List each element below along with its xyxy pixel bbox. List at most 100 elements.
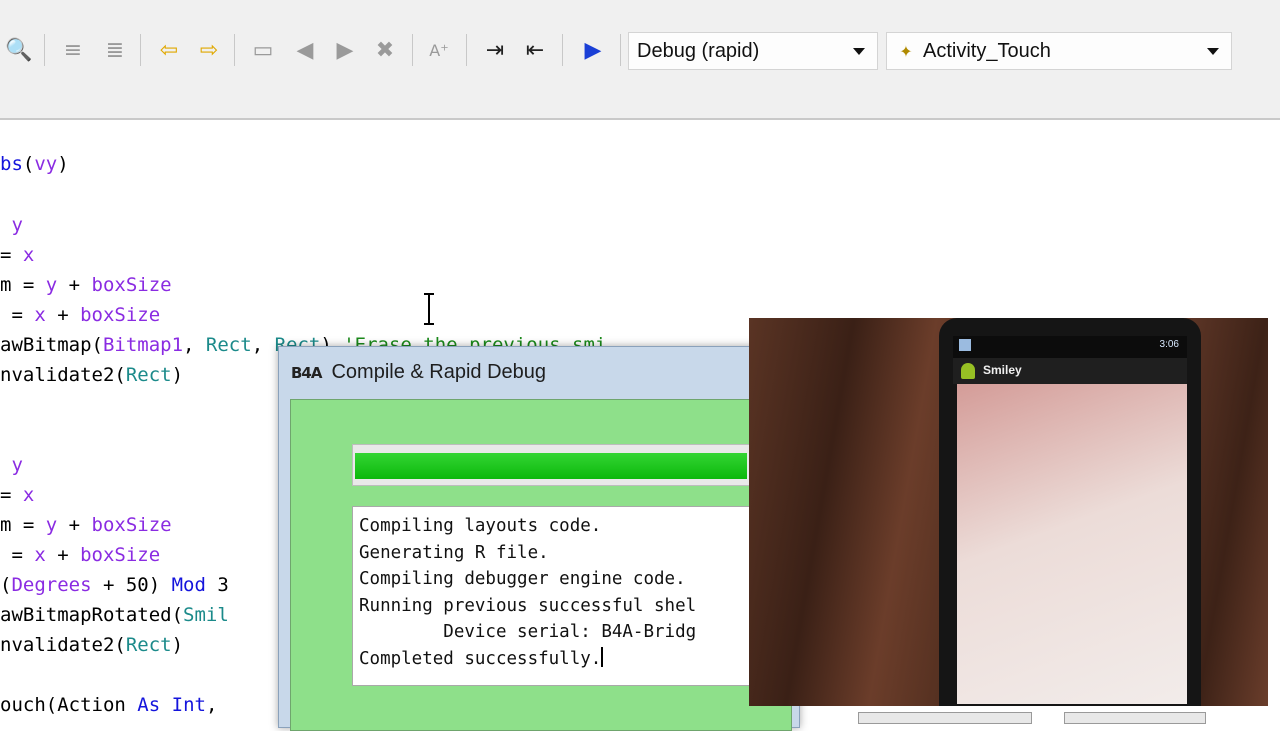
code-token: vy bbox=[34, 153, 58, 175]
code-token: Mod bbox=[171, 574, 206, 596]
code-token: x bbox=[22, 484, 35, 506]
toolbar-separator bbox=[562, 34, 563, 66]
font-size-icon[interactable]: A⁺ bbox=[424, 34, 454, 66]
code-line: m = y + boxSize bbox=[0, 274, 172, 296]
code-line: = x bbox=[0, 484, 34, 506]
toolbar-separator bbox=[466, 34, 467, 66]
dialog-button[interactable] bbox=[858, 712, 1032, 724]
code-token: m = bbox=[0, 274, 46, 296]
bookmark-toggle-icon[interactable]: ▭ bbox=[248, 34, 278, 66]
code-token: , bbox=[205, 694, 218, 716]
code-token: boxSize bbox=[91, 514, 172, 536]
app-screen[interactable] bbox=[957, 384, 1187, 704]
code-token: Int bbox=[171, 694, 206, 716]
code-token: ( bbox=[0, 574, 12, 596]
code-token: Rect bbox=[125, 634, 172, 656]
code-line: nvalidate2(Rect) bbox=[0, 364, 183, 386]
chevron-down-icon bbox=[1207, 47, 1219, 55]
code-line: (Degrees + 50) Mod 3 bbox=[0, 574, 229, 596]
code-line: nvalidate2(Rect) bbox=[0, 634, 183, 656]
code-line: y bbox=[0, 454, 23, 476]
code-token: y bbox=[45, 274, 58, 296]
code-token: ouch(Action bbox=[0, 694, 138, 716]
toolbar-separator bbox=[140, 34, 141, 66]
toolbar-separator bbox=[620, 34, 621, 66]
bookmark-prev-icon[interactable]: ◀ bbox=[290, 34, 320, 66]
code-token: x bbox=[22, 244, 35, 266]
code-token: + bbox=[45, 304, 81, 326]
code-token: = bbox=[0, 244, 23, 266]
toolbar-separator bbox=[234, 34, 235, 66]
code-line: awBitmapRotated(Smil bbox=[0, 604, 229, 626]
code-token: = bbox=[0, 304, 35, 326]
code-token: Degrees bbox=[11, 574, 92, 596]
code-token: = bbox=[0, 484, 23, 506]
code-token: Bitmap1 bbox=[102, 334, 184, 356]
code-token: + bbox=[45, 544, 81, 566]
android-icon bbox=[961, 363, 975, 379]
code-line: ouch(Action As Int, bbox=[0, 694, 217, 716]
code-line: m = y + boxSize bbox=[0, 514, 172, 536]
code-line: = x + boxSize bbox=[0, 544, 160, 566]
text-caret bbox=[601, 646, 604, 667]
compile-log[interactable]: Compiling layouts code. Generating R file… bbox=[352, 506, 792, 686]
code-token: + bbox=[57, 514, 92, 536]
code-token: + bbox=[57, 274, 92, 296]
code-token: Smil bbox=[183, 604, 229, 626]
progress-fill bbox=[355, 453, 748, 479]
code-token: = bbox=[0, 544, 35, 566]
chevron-down-icon bbox=[853, 47, 865, 55]
navigate-forward-icon[interactable]: ⇨ bbox=[194, 34, 224, 66]
code-token: 3 bbox=[205, 574, 229, 596]
compile-dialog: B4A Compile & Rapid Debug Compiling layo… bbox=[278, 346, 800, 731]
code-token: awBitmapRotated( bbox=[0, 604, 184, 626]
log-line: Completed successfully. bbox=[359, 646, 604, 669]
text-cursor-icon bbox=[424, 293, 434, 325]
bookmark-next-icon[interactable]: ▶ bbox=[330, 34, 360, 66]
build-config-select[interactable]: Debug (rapid) bbox=[628, 32, 878, 70]
code-token: Rect bbox=[125, 364, 172, 386]
code-token: boxSize bbox=[91, 274, 172, 296]
code-line: = x + boxSize bbox=[0, 304, 160, 326]
module-value: Activity_Touch bbox=[923, 39, 1051, 62]
outdent-icon[interactable]: ⇤ bbox=[520, 34, 550, 66]
code-token: boxSize bbox=[80, 544, 161, 566]
code-token: Rect bbox=[205, 334, 252, 356]
log-line: Device serial: B4A-Bridg bbox=[359, 622, 697, 642]
indent-icon[interactable]: ⇥ bbox=[480, 34, 510, 66]
b4a-logo: B4A bbox=[291, 363, 323, 382]
dialog-title-bar[interactable]: B4A Compile & Rapid Debug bbox=[291, 361, 546, 384]
code-line: y bbox=[0, 214, 23, 236]
module-select[interactable]: ✦ Activity_Touch bbox=[886, 32, 1232, 70]
code-token: nvalidate2( bbox=[0, 634, 126, 656]
notification-icon bbox=[959, 339, 971, 351]
log-line: Running previous successful shel bbox=[359, 595, 697, 616]
code-token: y bbox=[45, 514, 58, 536]
code-line: bs(vy) bbox=[0, 153, 69, 175]
code-token: y bbox=[0, 454, 23, 476]
bookmark-clear-icon[interactable]: ✖ bbox=[370, 34, 400, 66]
code-token: x bbox=[34, 544, 46, 566]
dialog-title: Compile & Rapid Debug bbox=[331, 361, 547, 383]
toolbar-separator bbox=[412, 34, 413, 66]
code-token: ) bbox=[57, 153, 69, 175]
code-token: boxSize bbox=[80, 304, 161, 326]
code-token: , bbox=[251, 334, 275, 356]
dialog-button[interactable] bbox=[1064, 712, 1206, 724]
dialog-body: Compiling layouts code. Generating R file… bbox=[290, 399, 792, 731]
log-line: Compiling layouts code. bbox=[359, 516, 602, 536]
code-token: bs bbox=[0, 153, 23, 175]
code-token: y bbox=[0, 214, 23, 236]
code-line: = x bbox=[0, 244, 34, 266]
uncomment-block-icon[interactable]: ≣ bbox=[100, 34, 130, 66]
code-token: , bbox=[183, 334, 206, 356]
toolbar: 🔍 ≡ ≣ ⇦ ⇨ ▭ ◀ ▶ ✖ A⁺ ⇥ ⇤ ▶ Debug (rapid)… bbox=[0, 0, 1280, 120]
code-token: awBitmap( bbox=[0, 334, 103, 356]
code-token: ) bbox=[171, 634, 184, 656]
run-icon[interactable]: ▶ bbox=[578, 34, 608, 66]
code-token: ) bbox=[171, 364, 184, 386]
code-token: ( bbox=[22, 153, 35, 175]
find-icon[interactable]: 🔍 bbox=[4, 34, 34, 66]
comment-block-icon[interactable]: ≡ bbox=[58, 34, 88, 66]
navigate-back-icon[interactable]: ⇦ bbox=[154, 34, 184, 66]
